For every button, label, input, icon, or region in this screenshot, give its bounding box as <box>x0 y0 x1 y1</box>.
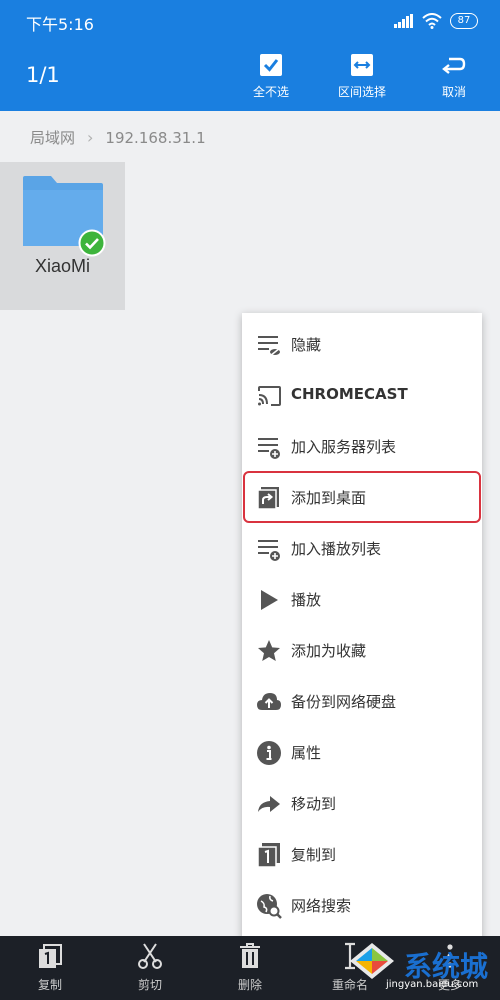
status-time: 下午5:16 <box>26 15 94 34</box>
copy-icon <box>39 944 62 968</box>
range-select-label: 区间选择 <box>337 85 386 99</box>
wifi-icon <box>422 13 442 29</box>
copy-label: 复制 <box>37 978 62 992</box>
status-bar: 下午5:16 87 <box>0 0 500 41</box>
breadcrumb: 局域网 › 192.168.31.1 <box>30 127 206 148</box>
range-select-button[interactable]: 区间选择 <box>317 51 407 100</box>
menu-item-properties[interactable]: 属性 <box>242 727 482 778</box>
star-icon <box>258 640 280 661</box>
folder-item[interactable]: XiaoMi <box>0 162 125 310</box>
menu-label: 属性 <box>291 744 322 762</box>
menu-item-add-server-list[interactable]: 加入服务器列表 <box>242 421 482 472</box>
menu-label: 播放 <box>291 591 322 609</box>
undo-icon <box>442 57 466 74</box>
cloud-upload-icon <box>257 693 281 710</box>
add-to-playlist-icon <box>258 540 280 561</box>
menu-label: 隐藏 <box>291 336 322 354</box>
watermark-url: jingyan.baidu.com <box>386 979 479 990</box>
cancel-label: 取消 <box>441 85 466 99</box>
checkbox-icon <box>260 54 282 76</box>
delete-button[interactable]: 删除 <box>210 942 290 993</box>
windows-logo-icon <box>350 943 394 979</box>
cut-label: 剪切 <box>137 978 162 992</box>
menu-label: 复制到 <box>291 846 337 864</box>
deselect-all-label: 全不选 <box>252 85 289 99</box>
signal-icon <box>394 14 413 28</box>
menu-item-chromecast[interactable]: CHROMECAST <box>242 370 482 421</box>
check-badge-icon <box>78 229 106 257</box>
battery-indicator: 87 <box>450 13 478 29</box>
menu-label: 移动到 <box>291 795 337 813</box>
hide-list-icon <box>258 336 281 357</box>
cast-icon <box>258 386 281 406</box>
menu-item-add-playlist[interactable]: 加入播放列表 <box>242 523 482 574</box>
highlight-box <box>243 471 481 523</box>
add-to-list-icon <box>258 438 280 459</box>
breadcrumb-current[interactable]: 192.168.31.1 <box>105 129 205 147</box>
menu-item-add-favorite[interactable]: 添加为收藏 <box>242 625 482 676</box>
menu-item-play[interactable]: 播放 <box>242 574 482 625</box>
web-search-icon <box>257 894 282 919</box>
cut-button[interactable]: 剪切 <box>110 942 190 993</box>
menu-item-web-search[interactable]: 网络搜索 <box>242 880 482 931</box>
menu-label: 备份到网络硬盘 <box>291 693 397 711</box>
delete-label: 删除 <box>237 978 262 992</box>
menu-item-hide[interactable]: 隐藏 <box>242 319 482 370</box>
folder-name: XiaoMi <box>34 256 91 276</box>
menu-item-backup-cloud[interactable]: 备份到网络硬盘 <box>242 676 482 727</box>
menu-label: 网络搜索 <box>291 897 352 915</box>
breadcrumb-root[interactable]: 局域网 <box>30 127 75 148</box>
menu-label: CHROMECAST <box>291 385 408 403</box>
menu-label: 添加为收藏 <box>291 642 367 660</box>
menu-item-copy-to[interactable]: 复制到 <box>242 829 482 880</box>
copy-button[interactable]: 复制 <box>10 942 90 993</box>
menu-item-move-to[interactable]: 移动到 <box>242 778 482 829</box>
scissors-icon <box>138 943 162 969</box>
status-icons: 87 <box>394 12 478 30</box>
deselect-all-button[interactable]: 全不选 <box>226 51 316 100</box>
chevron-right-icon: › <box>87 128 94 147</box>
copy-to-icon <box>257 843 280 868</box>
selection-count: 1/1 <box>26 63 60 87</box>
cancel-button[interactable]: 取消 <box>409 51 499 100</box>
info-icon <box>257 741 281 765</box>
watermark: 系统城 jingyan.baidu.com <box>340 932 500 1000</box>
menu-label: 加入播放列表 <box>291 540 382 558</box>
move-arrow-icon <box>258 796 280 812</box>
range-select-icon <box>351 54 373 76</box>
context-menu: 隐藏 CHROMECAST 加入服务器列表 添加到桌面 加入播放列表 播放 添加… <box>242 313 482 940</box>
menu-label: 加入服务器列表 <box>291 438 397 456</box>
play-icon <box>261 590 278 610</box>
trash-icon <box>240 943 260 968</box>
selection-action-bar: 1/1 全不选 区间选择 取消 <box>0 41 500 111</box>
